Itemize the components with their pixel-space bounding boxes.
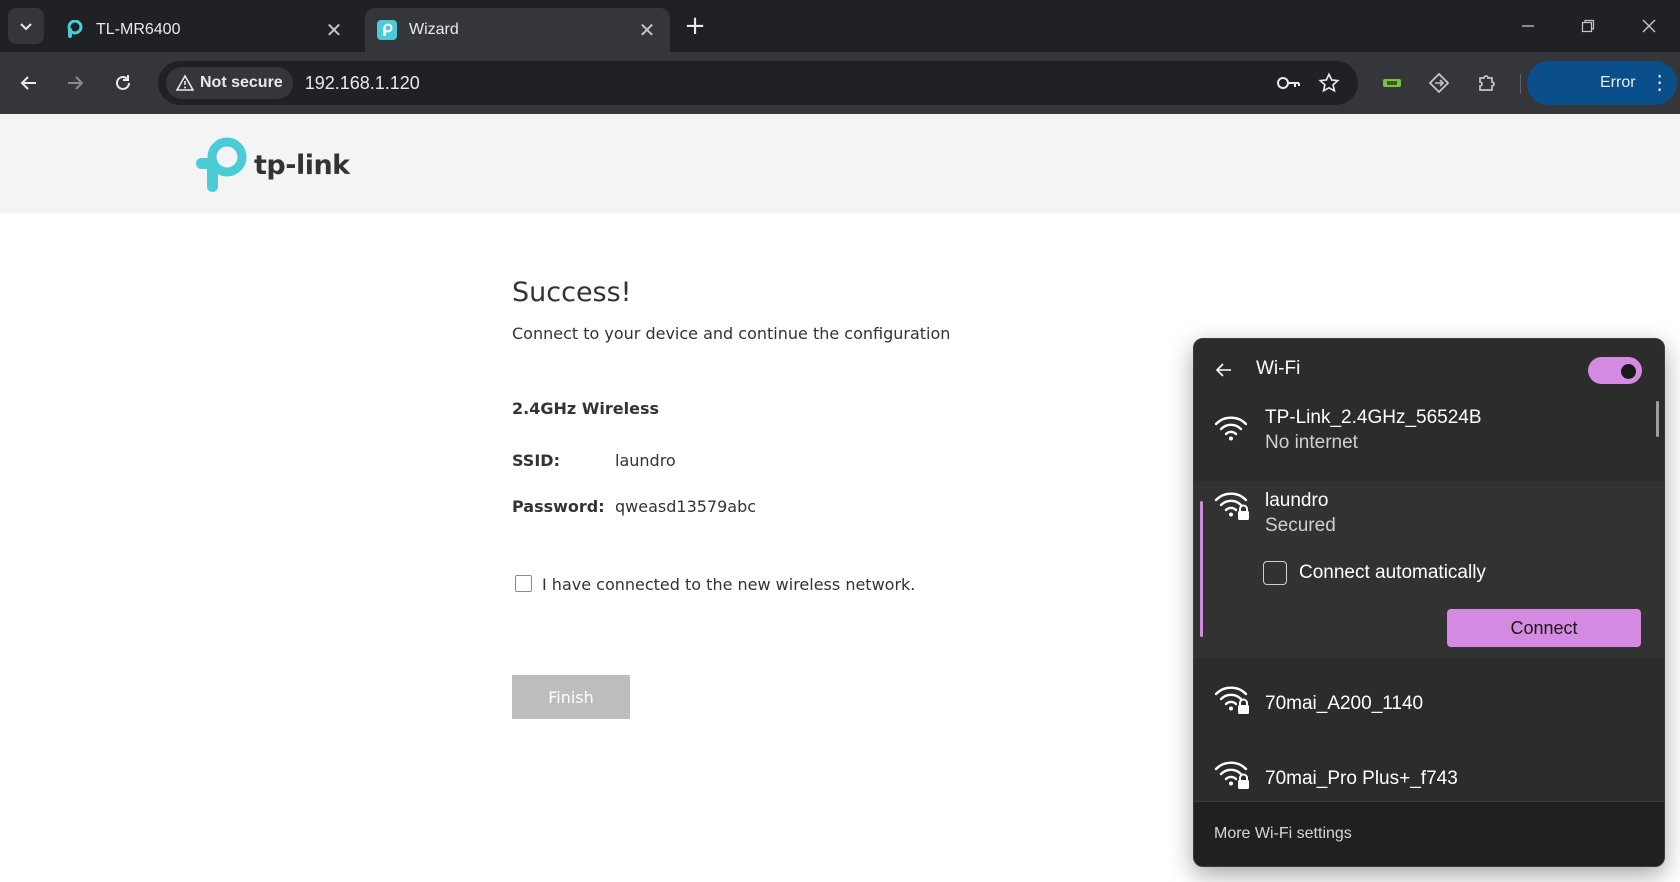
security-label: Not secure (200, 74, 283, 91)
wifi-signal-icon (1214, 416, 1248, 441)
extension-green-button[interactable] (1374, 65, 1410, 101)
connected-confirm-label[interactable]: I have connected to the new wireless net… (542, 575, 915, 594)
connect-automatically-label[interactable]: Connect automatically (1299, 562, 1486, 584)
restore-icon (1581, 19, 1595, 33)
network-item[interactable]: 70mai_A200_1140 (1194, 669, 1664, 739)
back-button[interactable] (1212, 358, 1236, 382)
close-tab-icon[interactable]: ✕ (636, 19, 658, 42)
tp-link-favicon-icon (377, 20, 397, 40)
tab-tl-mr6400[interactable]: TL-MR6400 ✕ (52, 8, 357, 52)
arrow-left-icon (20, 76, 36, 90)
selection-indicator (1200, 501, 1203, 637)
tp-link-logo-icon (196, 137, 247, 192)
close-icon (1642, 19, 1656, 33)
scrollbar-thumb[interactable] (1656, 401, 1659, 437)
network-status: Secured (1265, 515, 1336, 536)
more-wifi-settings-link[interactable]: More Wi-Fi settings (1214, 825, 1352, 843)
restore-button[interactable] (1570, 8, 1606, 44)
tp-link-favicon-icon (64, 20, 84, 40)
password-key-button[interactable] (1274, 68, 1304, 98)
ssid-label: SSID: (512, 451, 560, 470)
password-value: qweasd13579abc (615, 497, 757, 516)
tp-link-logo[interactable]: tp-link (194, 136, 364, 194)
address-bar[interactable]: Not secure 192.168.1.120 (158, 61, 1358, 105)
tab-title: TL-MR6400 (96, 21, 181, 38)
error-label: Error (1600, 74, 1636, 91)
ssid-value: laundro (615, 451, 676, 470)
diamond-arrows-icon (1428, 72, 1450, 94)
arrow-right-icon (68, 76, 84, 90)
wifi-secured-icon (1214, 492, 1249, 520)
logo-text: tp-link (254, 149, 350, 181)
key-icon (1277, 77, 1300, 89)
extension-diamond-button[interactable] (1421, 65, 1457, 101)
forward-button[interactable] (57, 65, 93, 101)
url-text: 192.168.1.120 (304, 72, 420, 93)
network-item[interactable]: TP-Link_2.4GHz_56524B No internet (1194, 399, 1664, 469)
error-menu-button[interactable]: Error ⋮ (1527, 61, 1677, 105)
warning-icon (176, 74, 194, 91)
network-item-expanded[interactable]: laundro Secured Connect automatically Co… (1194, 481, 1664, 658)
wifi-secured-icon (1214, 686, 1249, 714)
close-window-button[interactable] (1631, 8, 1667, 44)
page-subtitle: Connect to your device and continue the … (512, 324, 951, 343)
close-tab-icon[interactable]: ✕ (323, 19, 345, 42)
plus-icon: + (684, 11, 706, 41)
minimize-button[interactable] (1510, 8, 1546, 44)
site-info-chip[interactable]: Not secure (166, 67, 293, 99)
tab-wizard[interactable]: Wizard ✕ (365, 8, 670, 52)
wifi-flyout: Wi-Fi TP-Link_2.4GHz_56524B No internet … (1193, 338, 1665, 867)
arrow-left-icon (1215, 363, 1231, 377)
wifi-footer: More Wi-Fi settings (1194, 801, 1664, 866)
reload-icon (116, 75, 130, 90)
tab-search-button[interactable] (8, 8, 44, 44)
star-icon (1318, 72, 1340, 93)
toolbar-divider (1520, 74, 1521, 94)
network-name: 70mai_Pro Plus+_f743 (1265, 768, 1458, 789)
connected-confirm-checkbox[interactable] (515, 575, 532, 592)
extensions-button[interactable] (1469, 65, 1505, 101)
wifi-secured-icon (1214, 761, 1249, 789)
chevron-down-icon (20, 23, 32, 31)
new-tab-button[interactable]: + (677, 8, 713, 44)
wifi-toggle[interactable] (1588, 357, 1642, 384)
wifi-title: Wi-Fi (1256, 358, 1301, 379)
minimize-icon (1522, 25, 1534, 27)
puzzle-icon (1479, 75, 1495, 91)
section-heading: 2.4GHz Wireless (512, 399, 660, 418)
network-name: laundro (1265, 490, 1329, 511)
page-title: Success! (512, 277, 632, 308)
reload-button[interactable] (105, 65, 141, 101)
connect-button[interactable]: Connect (1447, 609, 1641, 647)
network-name: TP-Link_2.4GHz_56524B (1265, 407, 1482, 428)
tab-title: Wizard (409, 21, 459, 38)
network-status: No internet (1265, 432, 1358, 453)
back-button[interactable] (11, 65, 47, 101)
wifi-header: Wi-Fi (1194, 339, 1664, 399)
extension-green-icon (1383, 79, 1401, 87)
connect-automatically-checkbox[interactable] (1263, 561, 1287, 585)
bookmark-button[interactable] (1314, 68, 1344, 98)
toggle-knob (1621, 363, 1636, 379)
password-label: Password: (512, 497, 605, 516)
finish-button[interactable]: Finish (512, 675, 630, 719)
kebab-menu-icon: ⋮ (1649, 72, 1670, 94)
network-name: 70mai_A200_1140 (1265, 693, 1424, 714)
